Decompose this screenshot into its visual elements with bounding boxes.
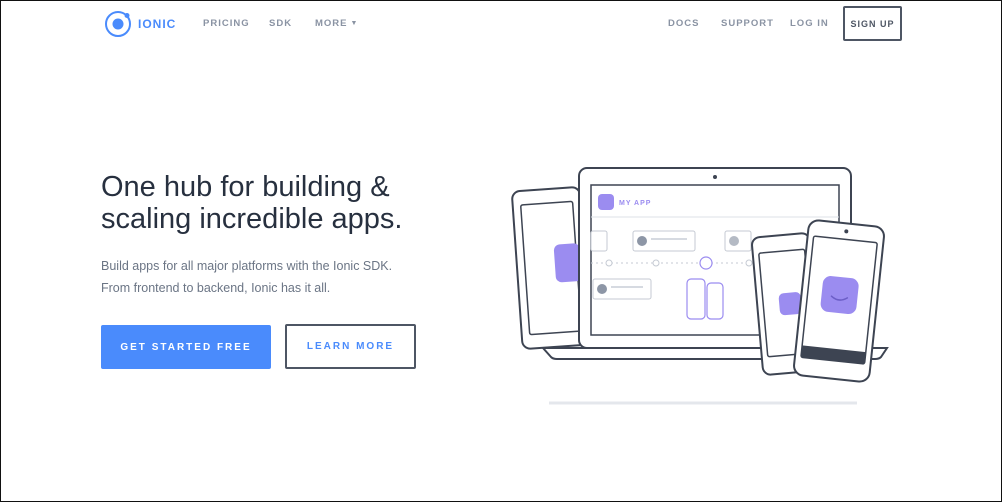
hero-headline: One hub for building & scaling incredibl… <box>101 171 461 235</box>
chevron-down-icon: ▼ <box>350 20 359 27</box>
nav-pricing-link[interactable]: PRICING <box>203 18 250 29</box>
page-frame: IONIC PRICING SDK MORE ▼ DOCS SUPPORT LOG… <box>0 0 1002 502</box>
headline-line-2: scaling incredible apps. <box>101 203 403 235</box>
signup-button[interactable]: SIGN UP <box>843 6 902 41</box>
nav-more-label: MORE <box>315 18 348 29</box>
devices-illustration: MY APP <box>511 167 889 405</box>
hero-subtext: Build apps for all major platforms with … <box>101 255 431 299</box>
ionic-logo[interactable]: IONIC <box>104 10 176 38</box>
nav-support-link[interactable]: SUPPORT <box>721 18 774 29</box>
get-started-button[interactable]: GET STARTED FREE <box>101 325 271 369</box>
logo-wordmark: IONIC <box>138 17 177 31</box>
subtext-line-2: From frontend to backend, Ionic has it a… <box>101 281 331 295</box>
learn-more-button[interactable]: LEARN MORE <box>285 324 416 369</box>
nav-sdk-link[interactable]: SDK <box>269 18 292 29</box>
nav-more-dropdown[interactable]: MORE ▼ <box>315 18 358 29</box>
ionic-logo-icon <box>105 11 131 37</box>
nav-login-link[interactable]: LOG IN <box>790 18 829 29</box>
my-app-title: MY APP <box>619 200 651 207</box>
nav-docs-link[interactable]: DOCS <box>668 18 699 29</box>
phone-device-large <box>793 219 885 383</box>
headline-line-1: One hub for building & <box>101 171 390 203</box>
subtext-line-1: Build apps for all major platforms with … <box>101 259 393 273</box>
